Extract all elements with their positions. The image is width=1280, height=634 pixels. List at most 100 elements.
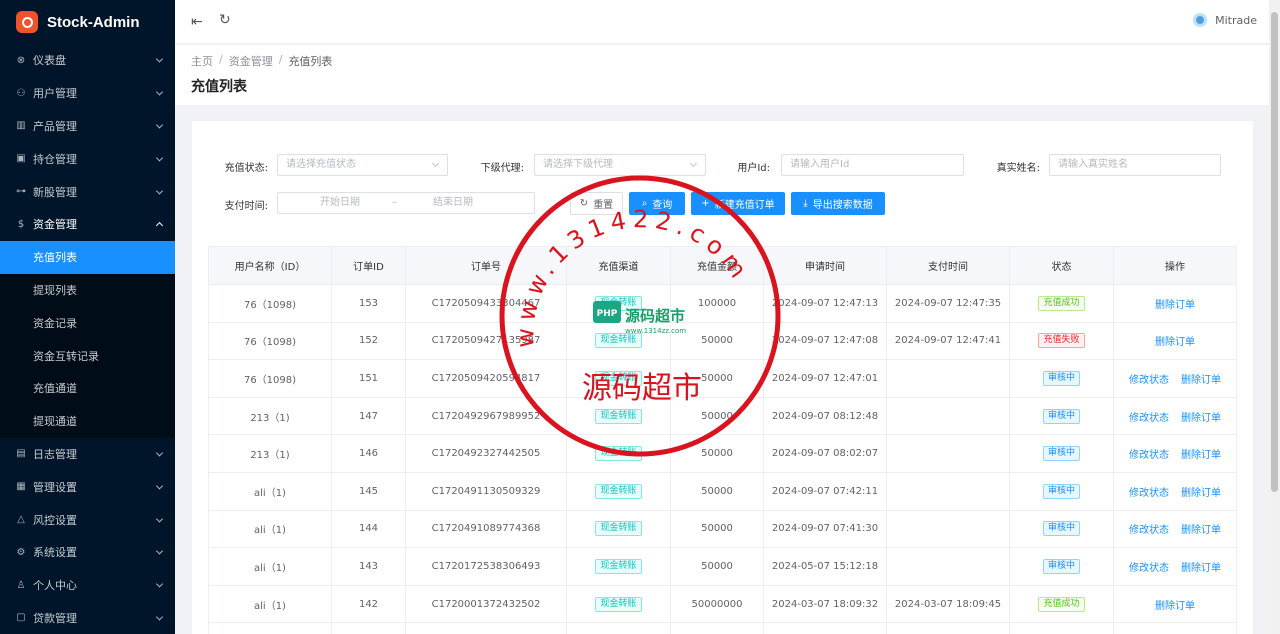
cell-col-amount — [671, 623, 764, 634]
cell-col-order-no: C1720509427135987 — [406, 322, 567, 360]
edit-status-link[interactable]: 修改状态 — [1129, 446, 1169, 461]
chevron-icon — [155, 580, 164, 588]
table-row[interactable]: 76（1098) 151 C1720509420594817 现金转账 50000 202… — [209, 360, 1237, 398]
delete-order-link[interactable]: 删除订单 — [1181, 484, 1221, 499]
breadcrumb-home[interactable]: 主页 — [191, 53, 213, 69]
refresh-icon[interactable]: ↻ — [219, 12, 231, 28]
channel-tag: 现金转账 — [595, 370, 642, 386]
submenu-item-3[interactable]: 资金互转记录 — [0, 339, 175, 372]
sidebar-item-1[interactable]: ⚇ 用户管理 — [0, 77, 175, 110]
paytime-filter-label: 支付时间: — [224, 201, 268, 212]
submenu-item-0[interactable]: 充值列表 — [0, 240, 175, 274]
table-row[interactable]: 213（1) 146 C1720492327442505 现金转账 50000 2024-… — [209, 435, 1237, 473]
cell-col-status: 充值成功 — [1010, 585, 1114, 623]
page-header: 主页 / 资金管理 / 充值列表 充值列表 — [175, 45, 1269, 105]
cell-col-order-id: 142 — [332, 585, 406, 623]
breadcrumb-fund[interactable]: 资金管理 — [229, 53, 273, 69]
realname-input[interactable]: 请输入真实姓名 — [1049, 154, 1221, 176]
userid-input[interactable]: 请输入用户Id — [781, 154, 964, 176]
delete-order-link[interactable]: 删除订单 — [1181, 446, 1221, 461]
sidebar-item-0[interactable]: ⊗ 仪表盘 — [0, 44, 175, 77]
sidebar-item-8[interactable]: △ 风控设置 — [0, 503, 175, 536]
agent-select[interactable]: 请选择下级代理 — [534, 154, 706, 176]
sidebar-item-10[interactable]: ♙ 个人中心 — [0, 569, 175, 602]
edit-status-link[interactable]: 修改状态 — [1129, 559, 1169, 574]
table-row[interactable]: 213（1) 147 C1720492967989952 现金转账 50000 2024-… — [209, 397, 1237, 436]
create-order-button[interactable]: + 新建充值订单 — [691, 192, 785, 215]
user-name: Mitrade — [1215, 13, 1257, 27]
cell-col-user: 213（1) — [209, 435, 332, 472]
scrollbar-thumb[interactable] — [1271, 12, 1278, 492]
sidebar-item-label: 贷款管理 — [33, 611, 77, 625]
end-date-input[interactable]: 结束日期 — [433, 193, 473, 213]
edit-status-link[interactable]: 修改状态 — [1129, 484, 1169, 499]
table-header: 用户名称（ID） 订单ID 订单号 充值渠道 充值金额 申请时间 支付时间 状态 操作 — [209, 247, 1237, 285]
logo[interactable]: Stock-Admin — [0, 0, 175, 44]
pay-date-range[interactable]: 开始日期 – 结束日期 — [277, 192, 535, 214]
cell-col-channel — [567, 623, 671, 634]
sidebar-item-2[interactable]: ▥ 产品管理 — [0, 110, 175, 143]
table-row[interactable]: 76（1098) 153 C1720509433304467 现金转账 100000 20… — [209, 285, 1237, 323]
cell-col-order-id: 147 — [332, 397, 406, 435]
submenu-item-5[interactable]: 提现通道 — [0, 405, 175, 438]
delete-order-link[interactable]: 删除订单 — [1155, 597, 1195, 612]
status-badge: 审核中 — [1042, 408, 1080, 424]
start-date-input[interactable]: 开始日期 — [320, 193, 360, 213]
sidebar-item-5[interactable]: $ 资金管理 — [0, 208, 175, 241]
sidebar-item-label: 新股管理 — [33, 185, 77, 199]
sidebar-item-4[interactable]: ⊶ 新股管理 — [0, 175, 175, 208]
export-button[interactable]: ⤓ 导出搜索数据 — [791, 192, 885, 215]
sidebar-item-9[interactable]: ⚙ 系统设置 — [0, 536, 175, 569]
edit-status-link[interactable]: 修改状态 — [1129, 521, 1169, 536]
cell-col-channel: 现金转账 — [567, 285, 671, 322]
delete-order-link[interactable]: 删除订单 — [1155, 296, 1195, 311]
sidebar-item-11[interactable]: ▢ 贷款管理 — [0, 602, 175, 634]
table-row[interactable]: ali（1) 143 C1720172538306493 现金转账 50000 2024-… — [209, 548, 1237, 586]
chevron-icon — [155, 222, 164, 230]
page-scrollbar[interactable] — [1269, 0, 1280, 634]
sidebar-item-label: 资金管理 — [33, 218, 77, 232]
cell-col-actions: 修改状态 删除订单 — [1114, 548, 1237, 585]
breadcrumb: 主页 / 资金管理 / 充值列表 — [191, 53, 332, 69]
delete-order-link[interactable]: 删除订单 — [1181, 371, 1221, 386]
cell-col-apply-time: 2024-09-07 12:47:08 — [764, 322, 887, 360]
status-select[interactable]: 请选择充值状态 — [277, 154, 448, 176]
cell-col-order-no: C1720509433304467 — [406, 285, 567, 322]
sidebar-item-7[interactable]: ▦ 管理设置 — [0, 470, 175, 503]
submenu-item-2[interactable]: 资金记录 — [0, 306, 175, 339]
edit-status-link[interactable]: 修改状态 — [1129, 409, 1169, 424]
channel-tag: 现金转账 — [595, 558, 642, 574]
delete-order-link[interactable]: 删除订单 — [1181, 409, 1221, 424]
sidebar-item-6[interactable]: ▤ 日志管理 — [0, 438, 175, 471]
submenu-item-1[interactable]: 提现列表 — [0, 274, 175, 307]
loan-icon: ▢ — [16, 612, 26, 624]
header-col-user: 用户名称（ID） — [209, 247, 332, 284]
sidebar-item-label: 个人中心 — [33, 579, 77, 593]
status-badge: 充值失败 — [1038, 333, 1085, 349]
table-row[interactable]: ali（1) 145 C1720491130509329 现金转账 50000 2024-… — [209, 472, 1237, 511]
header-col-channel: 充值渠道 — [567, 247, 671, 284]
ipo-icon: ⊶ — [16, 186, 26, 198]
reset-button[interactable]: ↻ 重置 — [570, 192, 623, 215]
cell-col-actions — [1114, 623, 1237, 634]
submenu-item-4[interactable]: 充值通道 — [0, 372, 175, 405]
delete-order-link[interactable]: 删除订单 — [1181, 559, 1221, 574]
sidebar-item-label: 仪表盘 — [33, 54, 66, 68]
delete-order-link[interactable]: 删除订单 — [1181, 521, 1221, 536]
sidebar-item-3[interactable]: ▣ 持仓管理 — [0, 142, 175, 175]
cell-col-channel: 现金转账 — [567, 548, 671, 585]
table-row[interactable]: 76（1098) 152 C1720509427135987 现金转账 50000 202… — [209, 322, 1237, 361]
delete-order-link[interactable]: 删除订单 — [1155, 333, 1195, 348]
table-row[interactable] — [209, 623, 1237, 634]
table-row[interactable]: ali（1) 142 C1720001372432502 现金转账 50000000 20… — [209, 585, 1237, 624]
edit-status-link[interactable]: 修改状态 — [1129, 371, 1169, 386]
logo-icon — [16, 11, 38, 33]
cell-col-apply-time — [764, 623, 887, 634]
user-menu[interactable]: Mitrade — [1193, 13, 1257, 27]
table-row[interactable]: ali（1) 144 C1720491089774368 现金转账 50000 2024-… — [209, 510, 1237, 549]
cell-col-status: 审核中 — [1010, 435, 1114, 472]
menu-fold-icon[interactable]: ⇤ — [191, 14, 203, 30]
search-button[interactable]: ⌕ 查询 — [629, 192, 685, 215]
cell-col-user: ali（1) — [209, 585, 332, 623]
cell-col-status: 审核中 — [1010, 510, 1114, 548]
